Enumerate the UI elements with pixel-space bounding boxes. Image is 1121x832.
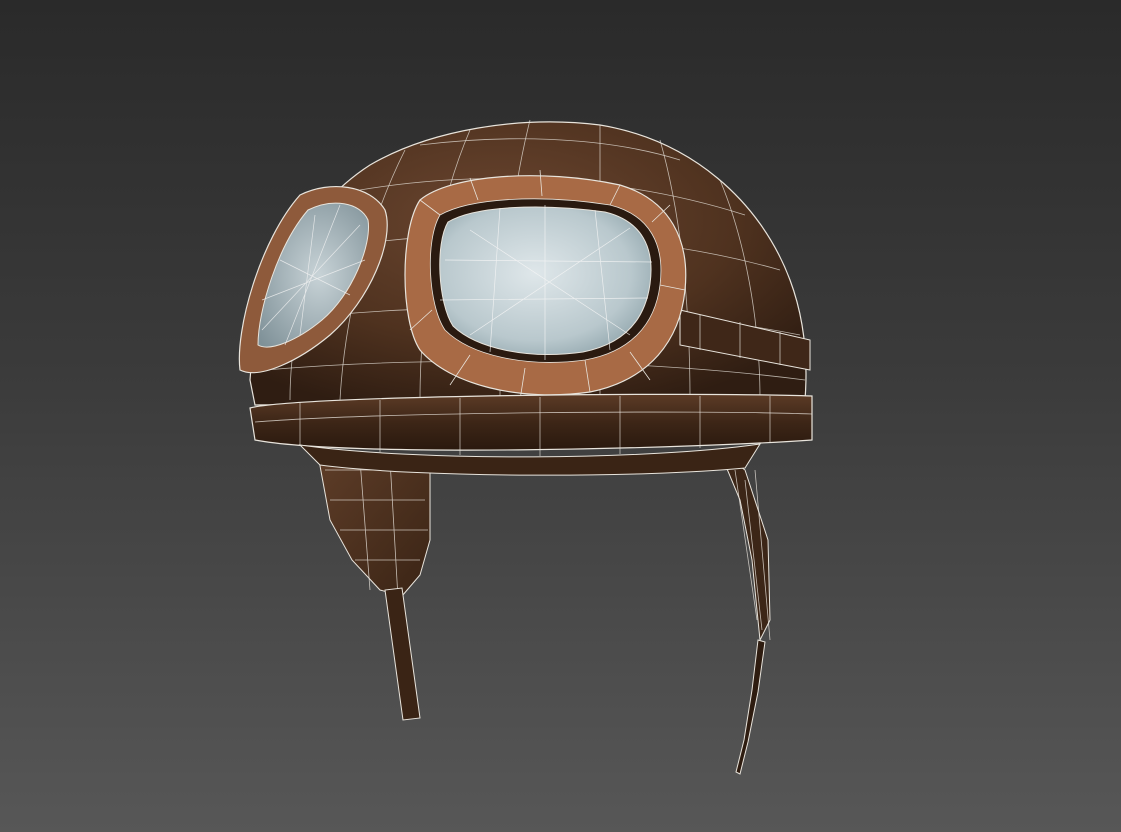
right-ear-flap [718, 450, 771, 775]
helmet-model-render [238, 119, 813, 775]
right-goggle [404, 169, 687, 401]
3d-viewport[interactable] [0, 0, 1121, 832]
left-ear-flap [317, 454, 431, 721]
helmet-brim-band [249, 393, 813, 476]
